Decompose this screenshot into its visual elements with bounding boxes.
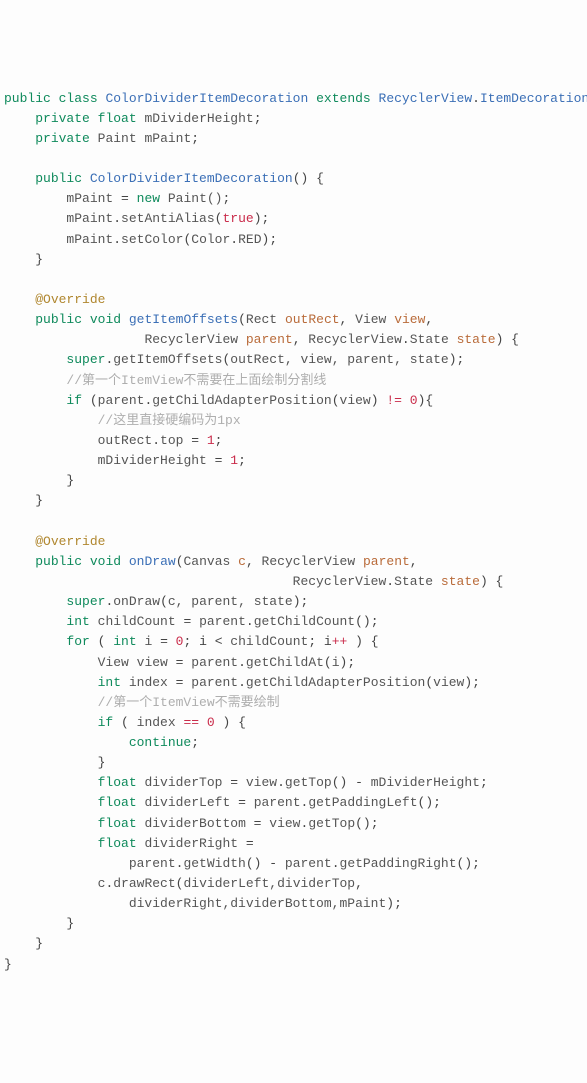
code-line: public ColorDividerItemDecoration() { <box>35 171 324 186</box>
comment: //第一个ItemView不需要在上面绘制分割线 <box>66 373 326 388</box>
annotation: @Override <box>35 534 105 549</box>
code-line: mPaint = new Paint(); <box>66 191 230 206</box>
code-line: if ( index == 0 ) { <box>98 715 246 730</box>
code-line: parent.getWidth() - parent.getPaddingRig… <box>129 856 480 871</box>
code-line: public class ColorDividerItemDecoration … <box>4 91 587 106</box>
code-line: } <box>35 936 43 951</box>
code-line: dividerRight,dividerBottom,mPaint); <box>129 896 402 911</box>
code-line: } <box>98 755 106 770</box>
code-line: } <box>4 957 12 972</box>
code-line: } <box>35 493 43 508</box>
code-line: super.getItemOffsets(outRect, view, pare… <box>66 352 464 367</box>
annotation: @Override <box>35 292 105 307</box>
code-line: RecyclerView.State state) { <box>293 574 504 589</box>
code-line: } <box>35 252 43 267</box>
code-line: if (parent.getChildAdapterPosition(view)… <box>66 393 433 408</box>
code-line: float dividerRight = <box>98 836 254 851</box>
code-line: RecyclerView parent, RecyclerView.State … <box>144 332 519 347</box>
code-line: for ( int i = 0; i < childCount; i++ ) { <box>66 634 378 649</box>
code-line: outRect.top = 1; <box>98 433 223 448</box>
code-line: public void onDraw(Canvas c, RecyclerVie… <box>35 554 417 569</box>
code-line: float dividerTop = view.getTop() - mDivi… <box>98 775 488 790</box>
code-line: c.drawRect(dividerLeft,dividerTop, <box>98 876 363 891</box>
code-line: } <box>66 473 74 488</box>
code-line: } <box>66 916 74 931</box>
code-block: public class ColorDividerItemDecoration … <box>4 89 587 975</box>
code-line: continue; <box>129 735 199 750</box>
comment: //第一个ItemView不需要绘制 <box>98 695 280 710</box>
code-line: super.onDraw(c, parent, state); <box>66 594 308 609</box>
code-line: int index = parent.getChildAdapterPositi… <box>98 675 480 690</box>
code-line: mPaint.setColor(Color.RED); <box>66 232 277 247</box>
code-line: float dividerBottom = view.getTop(); <box>98 816 379 831</box>
comment: //这里直接硬编码为1px <box>98 413 241 428</box>
code-line: mDividerHeight = 1; <box>98 453 246 468</box>
code-line: View view = parent.getChildAt(i); <box>98 655 356 670</box>
code-line: float dividerLeft = parent.getPaddingLef… <box>98 795 441 810</box>
code-line: public void getItemOffsets(Rect outRect,… <box>35 312 433 327</box>
code-line: mPaint.setAntiAlias(true); <box>66 211 269 226</box>
code-line: int childCount = parent.getChildCount(); <box>66 614 378 629</box>
code-line: private float mDividerHeight; <box>35 111 261 126</box>
code-line: private Paint mPaint; <box>35 131 199 146</box>
